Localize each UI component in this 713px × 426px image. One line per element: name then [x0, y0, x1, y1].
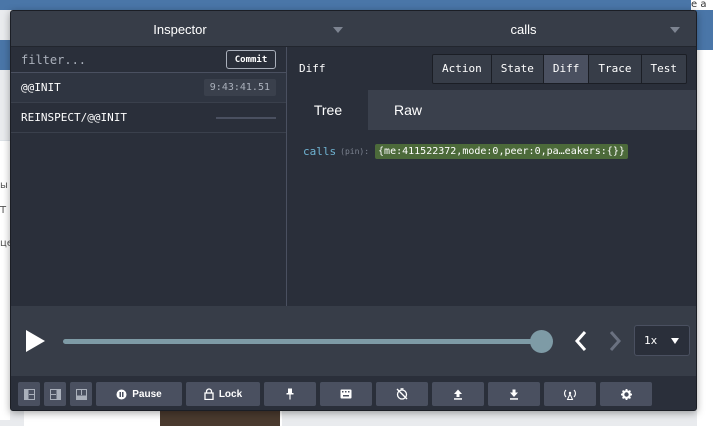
keyboard-icon	[340, 389, 352, 399]
timer-off-icon	[396, 388, 408, 400]
background-text-fragment: ы	[0, 180, 8, 191]
action-name: REINSPECT/@@INIT	[21, 111, 127, 124]
persist-button[interactable]	[264, 382, 316, 406]
settings-button[interactable]	[600, 382, 652, 406]
layout-left-icon	[23, 388, 35, 400]
dock-left-button[interactable]	[18, 382, 40, 406]
slider-toggle-button[interactable]	[376, 382, 428, 406]
lock-icon	[204, 388, 214, 400]
chevron-right-icon	[609, 331, 622, 351]
view-tabs: Tree Raw	[288, 90, 696, 130]
chevron-down-icon	[670, 27, 680, 33]
inspector-title: Diff	[299, 62, 326, 75]
play-icon[interactable]	[26, 330, 45, 352]
action-item[interactable]: REINSPECT/@@INIT	[11, 103, 286, 133]
export-button[interactable]	[432, 382, 484, 406]
next-button[interactable]	[605, 328, 625, 354]
dock-right-button[interactable]	[44, 382, 66, 406]
pin-icon	[286, 388, 294, 400]
tab-tree[interactable]: Tree	[288, 90, 368, 130]
background-text-fragment: це	[0, 238, 10, 249]
tab-action[interactable]: Action	[433, 54, 491, 83]
lock-label: Lock	[218, 388, 243, 400]
import-button[interactable]	[488, 382, 540, 406]
action-name: @@INIT	[21, 81, 61, 94]
chevron-down-icon	[671, 338, 679, 344]
import-icon	[510, 389, 518, 400]
background-text-fragment: Т	[0, 205, 7, 216]
right-monitor-select[interactable]: calls	[349, 11, 696, 47]
monitor-bar: Inspector calls	[11, 11, 696, 47]
speed-value: 1x	[644, 334, 658, 347]
tab-trace[interactable]: Trace	[588, 54, 641, 83]
settings-icon	[620, 388, 632, 400]
background-sidebar-blue	[0, 40, 10, 70]
right-monitor-label: calls	[510, 21, 537, 37]
lock-button[interactable]: Lock	[186, 382, 260, 406]
background-header-right	[695, 10, 713, 50]
slider-bar: 1x	[11, 306, 696, 376]
tree-value[interactable]: {me:411522372,mode:0,peer:0,pa…eakers:{}…	[375, 144, 628, 159]
background-header	[0, 0, 713, 10]
left-monitor-select[interactable]: Inspector	[11, 11, 349, 47]
inspector-tabs: Action State Diff Trace Test	[432, 53, 687, 84]
tree-key[interactable]: calls	[303, 145, 336, 158]
left-monitor-label: Inspector	[153, 21, 207, 37]
action-timestamp: 9:43:41.51	[203, 79, 276, 96]
redux-devtools-window: Inspector calls Commit @@INIT 9:43:41.51…	[10, 10, 697, 411]
action-item[interactable]: @@INIT 9:43:41.51	[11, 73, 286, 103]
pause-icon	[116, 389, 127, 399]
inspector-panel: Diff Action State Diff Trace Test Tree R…	[288, 47, 696, 306]
action-list-panel: Commit @@INIT 9:43:41.51 REINSPECT/@@INI…	[11, 47, 287, 306]
speed-select[interactable]: 1x	[634, 325, 690, 356]
slider-handle[interactable]	[529, 330, 553, 353]
remote-icon	[564, 389, 576, 400]
pause-button[interactable]: Pause	[96, 382, 182, 406]
inspector-header: Diff Action State Diff Trace Test	[288, 47, 696, 90]
pause-label: Pause	[132, 388, 162, 400]
tab-test[interactable]: Test	[640, 54, 686, 83]
bottom-toolbar: Pause Lock	[11, 376, 696, 410]
previous-button[interactable]	[571, 328, 591, 354]
diff-tree: calls (pin): {me:411522372,mode:0,peer:0…	[288, 130, 696, 173]
dock-bottom-button[interactable]	[70, 382, 92, 406]
dispatcher-button[interactable]	[320, 382, 372, 406]
remote-button[interactable]	[544, 382, 596, 406]
filter-row: Commit	[11, 47, 286, 73]
filter-input[interactable]	[21, 52, 226, 67]
export-icon	[454, 389, 462, 400]
layout-right-icon	[49, 388, 61, 400]
chevron-left-icon	[574, 331, 587, 351]
tab-diff[interactable]: Diff	[542, 54, 589, 83]
action-divider	[216, 116, 276, 119]
background-text-fragment: e a	[691, 0, 713, 10]
commit-button[interactable]: Commit	[226, 50, 276, 69]
chevron-down-icon	[333, 27, 343, 33]
slider-track[interactable]	[63, 339, 541, 344]
tab-raw[interactable]: Raw	[368, 90, 448, 130]
tab-state[interactable]: State	[490, 54, 543, 83]
background-right-strip	[697, 50, 713, 426]
pin-link[interactable]: (pin):	[340, 147, 369, 156]
layout-bottom-icon	[75, 388, 87, 400]
